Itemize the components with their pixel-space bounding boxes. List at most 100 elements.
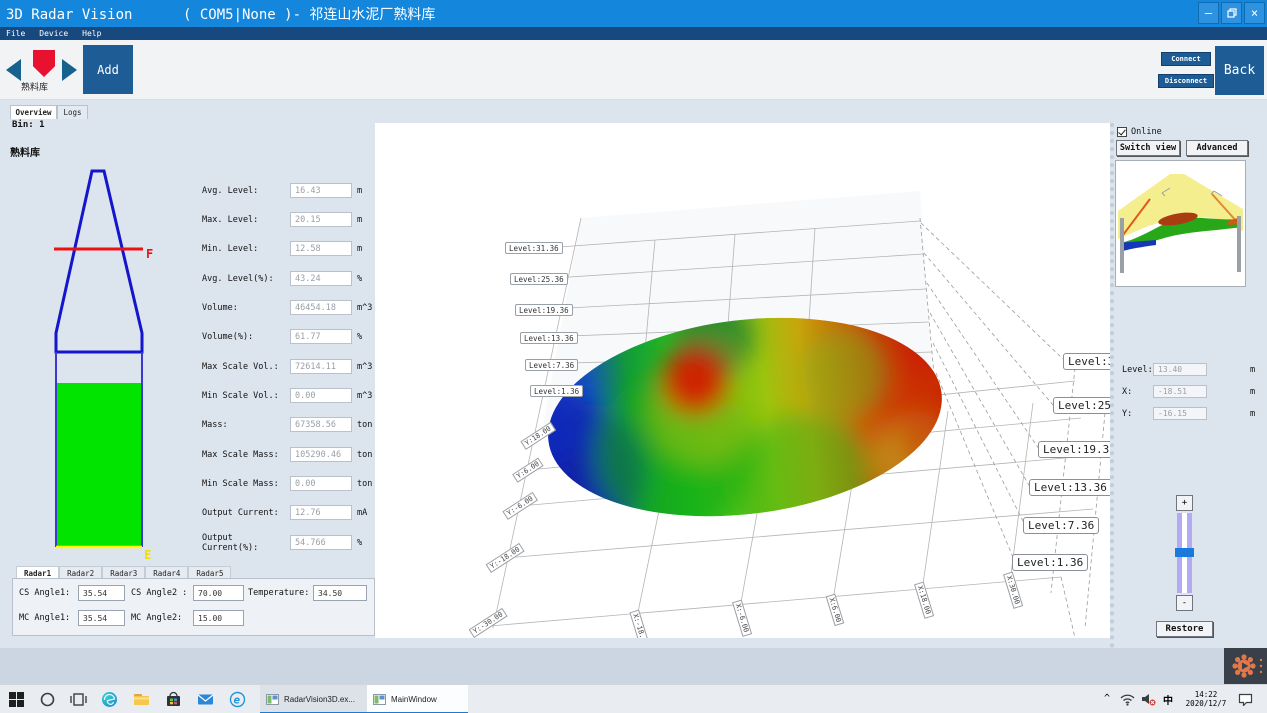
stat-value[interactable]: 54.766 — [290, 535, 352, 550]
stat-row: Mass:67358.56ton — [202, 417, 372, 432]
titlebar: 3D Radar Vision ( COM5|None )- 祁连山水泥厂熟料库… — [0, 0, 1267, 27]
cursor-y-field[interactable]: -16.15 — [1153, 407, 1207, 420]
stat-value[interactable]: 20.15 — [290, 212, 352, 227]
cross-section-thumbnail[interactable] — [1115, 160, 1246, 287]
start-button-icon[interactable] — [8, 691, 25, 708]
online-checkbox[interactable] — [1117, 127, 1127, 137]
svg-text:e: e — [234, 694, 241, 707]
zoom-slider-handle[interactable] — [1175, 548, 1194, 557]
ime-indicator[interactable]: 中 — [1163, 692, 1173, 707]
prev-bin-icon[interactable] — [6, 59, 21, 81]
mc-angle2-label: MC Angle2: — [131, 613, 182, 623]
stat-value[interactable]: 105290.46 — [290, 447, 352, 462]
taskbar-app-label: MainWindow — [391, 695, 437, 704]
screen-recorder-widget[interactable] — [1224, 648, 1267, 685]
stat-row: Output Current(%):54.766% — [202, 535, 362, 550]
menu-device[interactable]: Device — [39, 29, 68, 38]
add-button[interactable]: Add — [83, 45, 133, 94]
stat-value[interactable]: 12.76 — [290, 505, 352, 520]
next-bin-icon[interactable] — [62, 59, 77, 81]
taskbar-clock[interactable]: 14:22 2020/12/7 — [1181, 690, 1231, 708]
stat-label: Output Current: — [202, 508, 290, 518]
volume-muted-icon[interactable] — [1141, 692, 1156, 706]
zoom-out-button[interactable]: - — [1176, 595, 1193, 611]
tab-logs[interactable]: Logs — [57, 105, 88, 119]
taskbar-app-radarvision3d[interactable]: RadarVision3D.ex... — [260, 685, 367, 713]
tab-overview[interactable]: Overview — [10, 105, 57, 119]
close-button[interactable]: × — [1244, 2, 1265, 24]
connect-button[interactable]: Connect — [1161, 52, 1211, 66]
empty-marker: E — [144, 548, 151, 562]
mc-angle2-field[interactable]: 15.00 — [193, 610, 244, 626]
stat-value[interactable]: 43.24 — [290, 271, 352, 286]
stat-value[interactable]: 16.43 — [290, 183, 352, 198]
stat-row: Min Scale Mass:0.00ton — [202, 476, 372, 491]
recorder-gear-icon — [1224, 648, 1267, 685]
window-title: 3D Radar Vision ( COM5|None )- 祁连山水泥厂熟料库 — [6, 4, 435, 24]
fill-level — [57, 383, 141, 547]
search-icon[interactable] — [39, 691, 56, 708]
stat-value[interactable]: 72614.11 — [290, 359, 352, 374]
cs-angle1-field[interactable]: 35.54 — [78, 585, 125, 601]
stat-row: Volume(%):61.77% — [202, 329, 362, 344]
cursor-x-label: X: — [1122, 387, 1132, 397]
stat-value[interactable]: 0.00 — [290, 476, 352, 491]
notification-icon[interactable] — [1238, 693, 1253, 706]
stat-label: Max. Level: — [202, 215, 290, 225]
back-button[interactable]: Back — [1215, 46, 1264, 95]
mc-angle1-field[interactable]: 35.54 — [78, 610, 125, 626]
stat-label: Output Current(%): — [202, 533, 290, 553]
stat-row: Max. Level:20.15m — [202, 212, 362, 227]
clock-time: 14:22 — [1181, 690, 1231, 699]
temperature-field[interactable]: 34.50 — [313, 585, 367, 601]
stat-value[interactable]: 61.77 — [290, 329, 352, 344]
radar-panel: CS Angle1: 35.54 CS Angle2 : 70.00 Tempe… — [12, 578, 375, 636]
stat-label: Min Scale Vol.: — [202, 391, 290, 401]
stat-value[interactable]: 0.00 — [290, 388, 352, 403]
level-label-right: Level:7.36 — [1023, 517, 1099, 534]
stat-unit: % — [357, 274, 362, 284]
taskbar: e RadarVision3D.ex... MainWindow ^ — [0, 684, 1267, 713]
level-label-left: Level:7.36 — [525, 359, 578, 371]
mc-angle1-label: MC Angle1: — [19, 613, 70, 623]
stat-label: Mass: — [202, 420, 290, 430]
restore-view-button[interactable]: Restore — [1156, 621, 1213, 637]
wifi-icon[interactable] — [1120, 693, 1135, 706]
stat-unit: mA — [357, 508, 367, 518]
stat-unit: % — [357, 332, 362, 342]
app-window-icon — [266, 694, 279, 705]
stat-row: Avg. Level(%):43.24% — [202, 271, 362, 286]
file-explorer-icon[interactable] — [133, 691, 150, 708]
stat-value[interactable]: 12.58 — [290, 241, 352, 256]
stat-value[interactable]: 46454.18 — [290, 300, 352, 315]
cursor-level-field[interactable]: 13.40 — [1153, 363, 1207, 376]
internet-explorer-icon[interactable]: e — [229, 691, 246, 708]
mail-icon[interactable] — [197, 691, 214, 708]
menu-help[interactable]: Help — [82, 29, 101, 38]
level-label-left: Level:1.36 — [530, 385, 583, 397]
disconnect-button[interactable]: Disconnect — [1158, 74, 1214, 88]
plot-3d-canvas[interactable]: Level:31.36 Level:25.36 Level:19.36 Leve… — [375, 123, 1110, 638]
zoom-in-button[interactable]: + — [1176, 495, 1193, 511]
restore-button[interactable] — [1221, 2, 1242, 24]
switch-view-button[interactable]: Switch view — [1116, 140, 1180, 156]
surface-plot — [375, 123, 1110, 638]
app-window: 3D Radar Vision ( COM5|None )- 祁连山水泥厂熟料库… — [0, 0, 1267, 713]
taskbar-app-mainwindow[interactable]: MainWindow — [367, 685, 468, 713]
window-controls: – × — [1198, 2, 1265, 24]
cs-angle2-field[interactable]: 70.00 — [193, 585, 244, 601]
store-icon[interactable] — [165, 691, 182, 708]
stat-value[interactable]: 67358.56 — [290, 417, 352, 432]
level-label-right: Level:31.36 — [1063, 353, 1110, 370]
edge-browser-icon[interactable] — [101, 691, 118, 708]
menu-file[interactable]: File — [6, 29, 25, 38]
task-view-icon[interactable] — [70, 691, 87, 708]
advanced-button[interactable]: Advanced — [1186, 140, 1248, 156]
cursor-x-field[interactable]: -18.51 — [1153, 385, 1207, 398]
stat-unit: m^3 — [357, 303, 372, 313]
minimize-button[interactable]: – — [1198, 2, 1219, 24]
stat-label: Volume(%): — [202, 332, 290, 342]
tray-chevron-icon[interactable]: ^ — [1104, 693, 1110, 704]
restore-icon — [1227, 8, 1237, 18]
stat-unit: m^3 — [357, 391, 372, 401]
